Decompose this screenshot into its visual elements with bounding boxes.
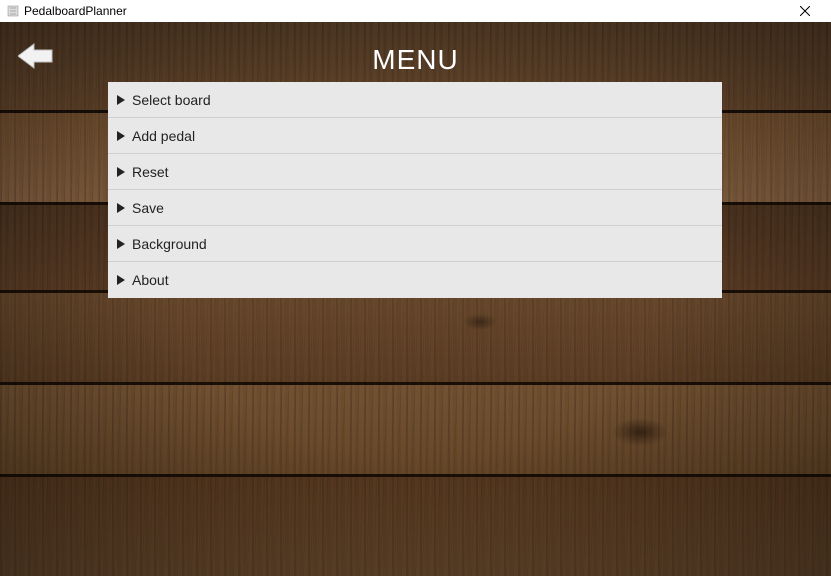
menu-item-label: Reset	[132, 164, 169, 180]
menu-item-about[interactable]: About	[108, 262, 722, 298]
menu-item-label: Add pedal	[132, 128, 195, 144]
chevron-right-icon	[114, 131, 128, 141]
menu-item-background[interactable]: Background	[108, 226, 722, 262]
menu-item-label: Background	[132, 236, 207, 252]
titlebar-left: PedalboardPlanner	[6, 4, 127, 18]
window-title: PedalboardPlanner	[24, 4, 127, 18]
app-icon	[6, 4, 20, 18]
menu-item-save[interactable]: Save	[108, 190, 722, 226]
menu-item-label: Save	[132, 200, 164, 216]
chevron-right-icon	[114, 95, 128, 105]
content-overlay: MENU Select board Add pedal	[0, 22, 831, 576]
chevron-right-icon	[114, 275, 128, 285]
chevron-right-icon	[114, 239, 128, 249]
menu-title: MENU	[0, 44, 831, 76]
titlebar: PedalboardPlanner	[0, 0, 831, 22]
menu-item-reset[interactable]: Reset	[108, 154, 722, 190]
menu-item-label: Select board	[132, 92, 211, 108]
menu-item-add-pedal[interactable]: Add pedal	[108, 118, 722, 154]
close-button[interactable]	[785, 0, 825, 22]
menu-item-select-board[interactable]: Select board	[108, 82, 722, 118]
client-area: MENU Select board Add pedal	[0, 22, 831, 576]
menu-panel: Select board Add pedal Reset	[108, 82, 722, 298]
menu-item-label: About	[132, 272, 169, 288]
chevron-right-icon	[114, 203, 128, 213]
app-window: PedalboardPlanner MENU	[0, 0, 831, 576]
chevron-right-icon	[114, 167, 128, 177]
